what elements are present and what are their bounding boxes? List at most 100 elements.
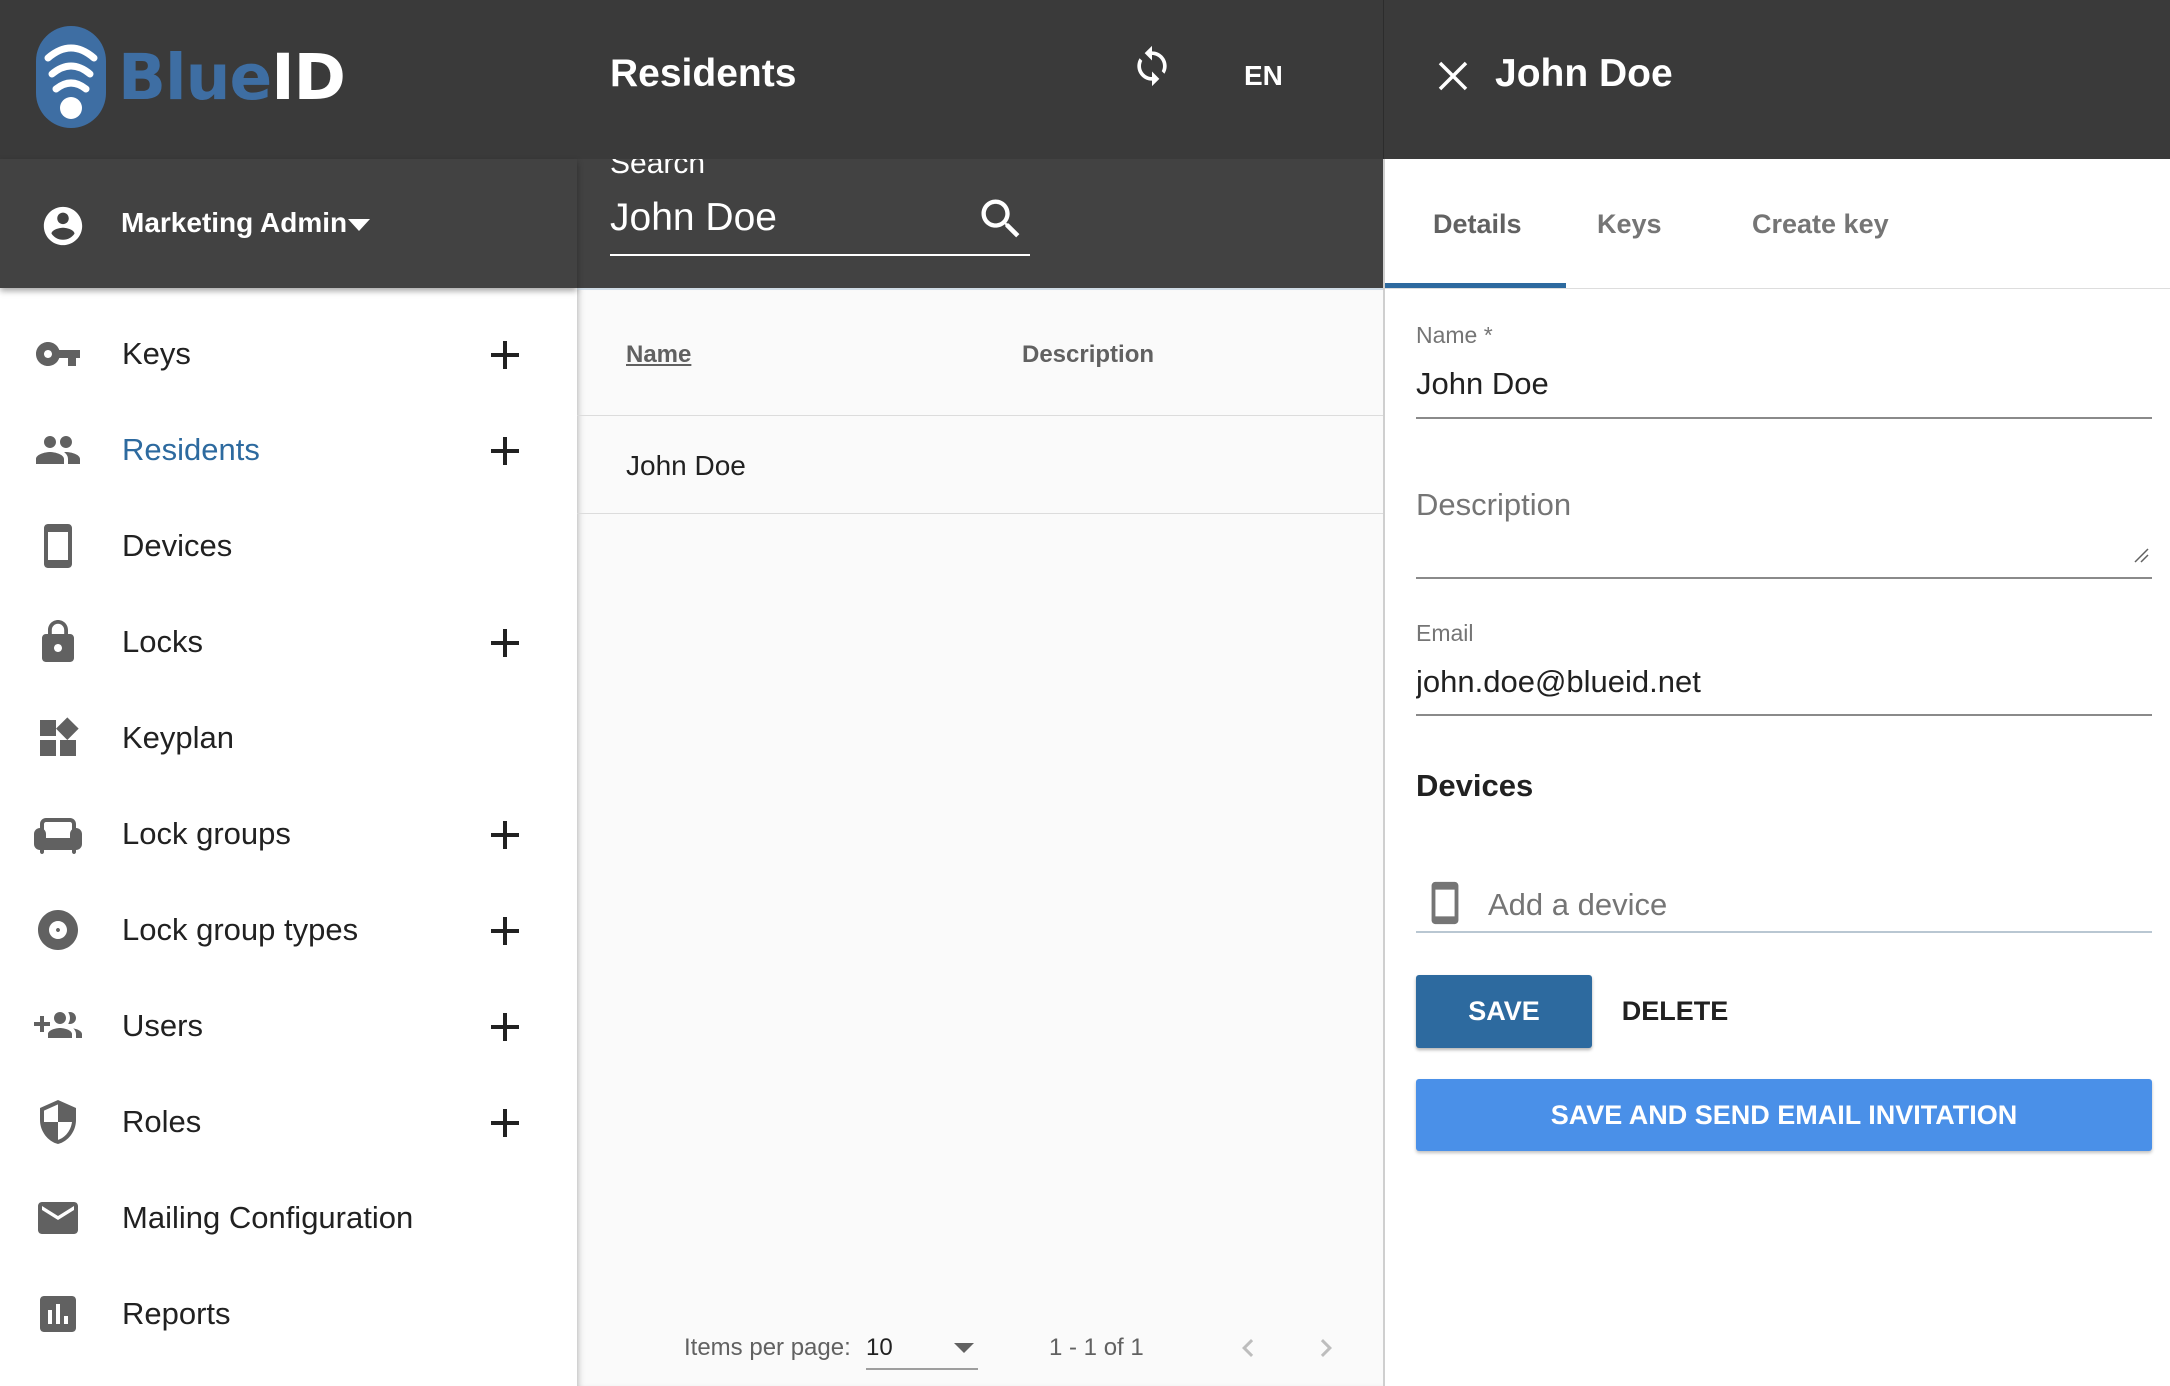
devices-heading: Devices bbox=[1416, 768, 1534, 803]
table-row[interactable]: John Doe bbox=[577, 416, 1383, 514]
add-lock-group-type-button[interactable] bbox=[486, 912, 524, 950]
detail-panel: Details Keys Create key Name * Email Dev… bbox=[1383, 159, 2170, 1386]
paginator: Items per page: 10 1 - 1 of 1 bbox=[577, 1318, 1383, 1378]
add-lock-button[interactable] bbox=[486, 624, 524, 662]
lock-icon bbox=[32, 620, 84, 664]
email-input[interactable] bbox=[1416, 662, 2152, 702]
sidebar-item-lock-groups[interactable]: Lock groups bbox=[0, 788, 577, 878]
add-lock-group-button[interactable] bbox=[486, 816, 524, 854]
sidebar-item-label: Keyplan bbox=[122, 720, 235, 755]
add-role-button[interactable] bbox=[486, 1104, 524, 1142]
previous-page-button[interactable] bbox=[1230, 1330, 1266, 1366]
name-label: Name * bbox=[1416, 322, 1493, 348]
search-icon[interactable] bbox=[975, 193, 1027, 245]
group-add-icon bbox=[32, 1004, 84, 1048]
sidebar-item-reports[interactable]: Reports bbox=[0, 1268, 577, 1358]
user-menu-button[interactable]: Marketing Admin bbox=[121, 207, 347, 239]
name-field: Name * bbox=[1416, 322, 2152, 422]
sidebar-item-keyplan[interactable]: Keyplan bbox=[0, 692, 577, 782]
mail-icon bbox=[32, 1196, 84, 1240]
people-icon bbox=[32, 428, 84, 472]
app-header-middle: Residents EN bbox=[577, 0, 1383, 159]
description-field bbox=[1416, 485, 2152, 585]
save-and-send-invitation-button[interactable]: SAVE AND SEND EMAIL INVITATION bbox=[1416, 1079, 2152, 1151]
shield-icon bbox=[32, 1100, 84, 1144]
search-bar: Search bbox=[577, 159, 1383, 288]
language-switcher[interactable]: EN bbox=[1244, 60, 1283, 92]
chevron-down-icon[interactable] bbox=[348, 219, 370, 231]
add-key-button[interactable] bbox=[486, 336, 524, 374]
save-button[interactable]: SAVE bbox=[1416, 975, 1592, 1048]
close-icon[interactable] bbox=[1436, 59, 1470, 93]
chevron-down-icon bbox=[954, 1343, 974, 1353]
sidebar: Keys Residents Devices Locks Keyplan Loc… bbox=[0, 288, 577, 1386]
logo-text-white: ID bbox=[271, 40, 346, 114]
add-user-button[interactable] bbox=[486, 1008, 524, 1046]
add-device-input[interactable] bbox=[1488, 885, 2128, 925]
sidebar-item-label: Mailing Configuration bbox=[122, 1200, 414, 1235]
sidebar-item-label: Roles bbox=[122, 1104, 202, 1139]
disc-icon bbox=[32, 908, 84, 952]
delete-button[interactable]: DELETE bbox=[1599, 975, 1751, 1048]
sidebar-item-lock-group-types[interactable]: Lock group types bbox=[0, 884, 577, 974]
sidebar-item-label: Devices bbox=[122, 528, 233, 563]
sidebar-item-label: Users bbox=[122, 1008, 203, 1043]
items-per-page-label: Items per page: bbox=[684, 1334, 851, 1361]
page-title: Residents bbox=[610, 52, 797, 95]
residents-table: Name Description John Doe Items per page… bbox=[577, 288, 1383, 1386]
field-underline bbox=[1416, 577, 2152, 579]
sidebar-item-locks[interactable]: Locks bbox=[0, 596, 577, 686]
logo-text: BlueID bbox=[118, 46, 346, 109]
field-underline bbox=[1416, 714, 2152, 716]
detail-title: John Doe bbox=[1495, 52, 1673, 95]
sidebar-item-label: Lock groups bbox=[122, 816, 291, 851]
add-device-field bbox=[1416, 875, 2152, 935]
blueid-logo-icon bbox=[36, 26, 106, 128]
logo-text-blue: Blue bbox=[118, 40, 272, 114]
search-underline bbox=[610, 254, 1030, 256]
name-input[interactable] bbox=[1416, 364, 2152, 404]
column-header-name[interactable]: Name bbox=[626, 341, 691, 369]
tab-keys[interactable]: Keys bbox=[1566, 159, 1706, 288]
table-cell-name: John Doe bbox=[626, 450, 746, 481]
next-page-button[interactable] bbox=[1308, 1330, 1344, 1366]
sync-icon[interactable] bbox=[1130, 44, 1174, 88]
active-tab-indicator bbox=[1385, 283, 1566, 288]
email-field: Email bbox=[1416, 620, 2152, 720]
description-input[interactable] bbox=[1416, 485, 2152, 555]
detail-tabs: Details Keys Create key bbox=[1385, 159, 2170, 289]
resize-handle-icon[interactable] bbox=[2133, 547, 2149, 563]
widgets-icon bbox=[32, 716, 84, 760]
sidebar-item-mailing-configuration[interactable]: Mailing Configuration bbox=[0, 1172, 577, 1262]
tab-label: Details bbox=[1433, 209, 1522, 239]
tab-create-key[interactable]: Create key bbox=[1706, 159, 1926, 288]
sidebar-item-users[interactable]: Users bbox=[0, 980, 577, 1070]
sidebar-item-devices[interactable]: Devices bbox=[0, 500, 577, 590]
tab-label: Create key bbox=[1752, 209, 1889, 239]
sidebar-item-label: Reports bbox=[122, 1296, 231, 1331]
blueid-logo[interactable]: BlueID bbox=[34, 24, 346, 130]
page-size-value: 10 bbox=[866, 1334, 893, 1361]
sidebar-item-keys[interactable]: Keys bbox=[0, 308, 577, 398]
tab-label: Keys bbox=[1597, 209, 1662, 239]
sidebar-item-label: Locks bbox=[122, 624, 203, 659]
field-underline bbox=[1416, 931, 2152, 933]
sofa-icon bbox=[32, 812, 84, 856]
sidebar-item-roles[interactable]: Roles bbox=[0, 1076, 577, 1166]
account-circle-icon[interactable] bbox=[40, 203, 86, 249]
tab-details[interactable]: Details bbox=[1385, 159, 1566, 288]
smartphone-icon bbox=[32, 524, 84, 568]
table-header-row: Name Description bbox=[577, 290, 1383, 416]
detail-panel-header: John Doe bbox=[1383, 0, 2170, 159]
page-range: 1 - 1 of 1 bbox=[1049, 1334, 1144, 1361]
add-resident-button[interactable] bbox=[486, 432, 524, 470]
page-size-select[interactable]: 10 bbox=[866, 1326, 978, 1370]
field-underline bbox=[1416, 417, 2152, 419]
key-icon bbox=[32, 332, 84, 376]
user-menu-bar: Marketing Admin bbox=[0, 159, 577, 288]
sidebar-item-residents[interactable]: Residents bbox=[0, 404, 577, 494]
search-input[interactable] bbox=[610, 192, 990, 244]
sidebar-item-label: Residents bbox=[122, 432, 260, 467]
email-label: Email bbox=[1416, 620, 1474, 646]
app-header-left: BlueID bbox=[0, 0, 577, 159]
